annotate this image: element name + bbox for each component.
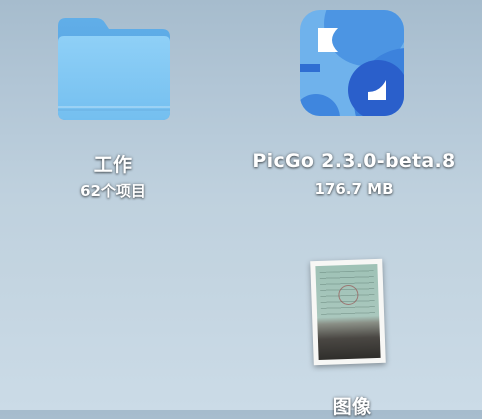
desktop-item-picgo-app[interactable]: PicGo 2.3.0-beta.8 176.7 MB [236,4,472,198]
folder-icon[interactable] [48,12,178,128]
picgo-app-icon[interactable] [296,6,408,120]
image-name: 图像 [332,396,372,418]
folder-name: 工作 [93,154,133,176]
app-size: 176.7 MB [314,180,394,198]
desktop-item-image[interactable]: 图像 [292,250,412,418]
desktop-item-folder[interactable]: 工作 62个项目 [40,8,186,200]
folder-item-count: 62个项目 [80,182,146,200]
desktop: 工作 62个项目 PicGo 2.3.0-beta.8 176.7 MB 图像 [0,0,482,418]
image-thumbnail[interactable] [310,258,386,366]
app-name: PicGo 2.3.0-beta.8 [252,150,456,172]
image-thumbnail-content [315,263,381,361]
